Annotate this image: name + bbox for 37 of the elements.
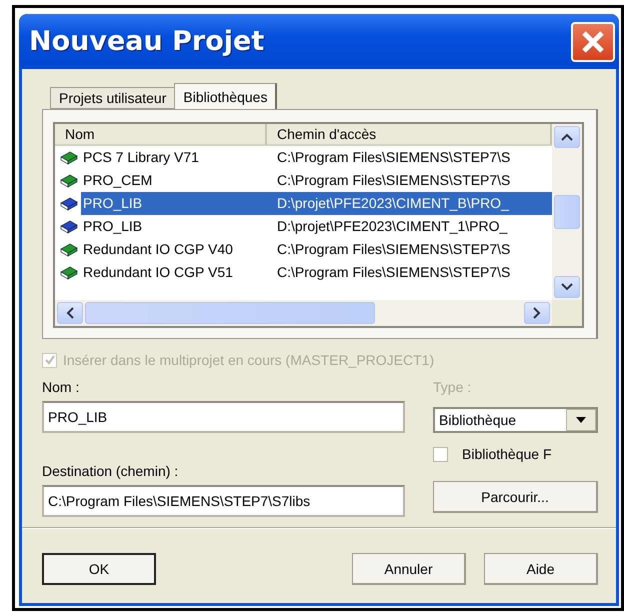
dialog-button[interactable]: Annuler xyxy=(352,553,466,585)
checkbox[interactable] xyxy=(433,446,448,462)
field-label: Type : xyxy=(433,379,472,395)
close-icon xyxy=(580,28,606,54)
library-path: C:\Program Files\SIEMENS\STEP7\S xyxy=(276,263,512,282)
library-name[interactable]: PCS 7 Library V71 xyxy=(81,146,267,169)
scrollbar-corner xyxy=(552,300,582,326)
field-label: Nom : xyxy=(42,379,80,395)
library-name[interactable]: PRO_CEM xyxy=(81,169,267,192)
library-path: C:\Program Files\SIEMENS\STEP7\S xyxy=(276,240,512,259)
library-name[interactable]: Redundant IO CGP V40 xyxy=(81,238,267,261)
browse-button[interactable]: Parcourir... xyxy=(433,481,598,513)
vertical-scrollbar[interactable] xyxy=(552,124,582,300)
library-name[interactable]: PRO_LIB xyxy=(81,215,267,238)
field-label: Destination (chemin) : xyxy=(42,463,180,479)
library-path: D:\projet\PFE2023\CIMENT_B\PRO_ xyxy=(267,192,552,215)
name-field[interactable]: PRO_LIB xyxy=(42,401,405,433)
close-button[interactable] xyxy=(571,22,615,62)
library-path: D:\projet\PFE2023\CIMENT_1\PRO_ xyxy=(276,217,508,236)
destination-field[interactable]: C:\Program Files\SIEMENS\STEP7\S7libs xyxy=(42,485,405,517)
library-name[interactable]: PRO_LIB xyxy=(81,192,267,215)
window-title: Nouveau Projet xyxy=(29,26,264,57)
horizontal-scrollbar[interactable] xyxy=(55,300,552,326)
scroll-thumb[interactable] xyxy=(554,195,580,229)
tab[interactable]: Bibliothèques xyxy=(174,83,278,109)
scroll-thumb[interactable] xyxy=(85,302,375,324)
dialog-button[interactable]: Aide xyxy=(484,553,598,585)
tab[interactable]: Projets utilisateur xyxy=(50,87,174,109)
caret-icon xyxy=(576,417,586,423)
library-path: C:\Program Files\SIEMENS\STEP7\S xyxy=(276,148,512,167)
checkbox-label: Insérer dans le multiprojet en cours (MASTER_PROJECT1) xyxy=(63,352,434,368)
column-header[interactable]: Nom xyxy=(55,124,267,146)
library-name[interactable]: Redundant IO CGP V51 xyxy=(81,261,267,284)
column-header[interactable]: Chemin d'accès xyxy=(267,124,552,146)
checkbox-label: Bibliothèque F xyxy=(462,446,552,462)
library-path: C:\Program Files\SIEMENS\STEP7\S xyxy=(276,171,512,190)
dialog-button[interactable]: OK xyxy=(42,553,156,585)
